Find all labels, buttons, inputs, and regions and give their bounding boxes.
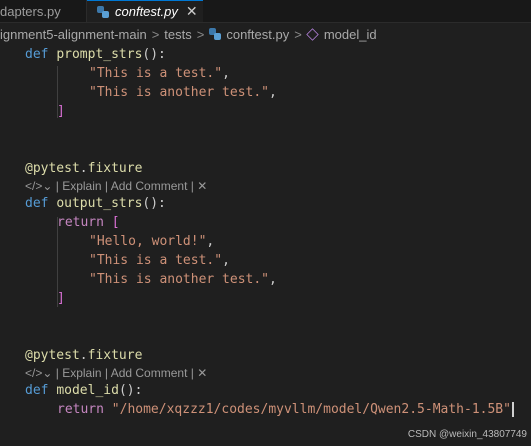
breadcrumb-file[interactable]: conftest.py xyxy=(226,27,289,42)
code-lens[interactable]: </>⌄ | Explain | Add Comment | ✕ xyxy=(25,366,207,382)
breadcrumb-symbol[interactable]: model_id xyxy=(324,27,377,42)
copilot-icon: </> xyxy=(25,366,43,380)
chevron-down-icon: ⌄ xyxy=(42,366,53,380)
tab-label: conftest.py xyxy=(115,4,178,19)
breadcrumb-folder[interactable]: ignment5-alignment-main xyxy=(0,27,147,42)
chevron-down-icon: ⌄ xyxy=(42,179,53,193)
code-line[interactable]: "This is a test.", xyxy=(89,64,230,83)
python-file-icon xyxy=(97,5,109,18)
python-file-icon xyxy=(209,28,222,40)
code-lens[interactable]: </>⌄ | Explain | Add Comment | ✕ xyxy=(25,179,207,195)
code-line[interactable]: "This is a test.", xyxy=(89,251,230,270)
symbol-method-icon xyxy=(306,27,319,41)
tab-conftest[interactable]: conftest.py ✕ xyxy=(87,0,203,22)
code-line[interactable]: ] xyxy=(57,102,65,121)
code-line[interactable]: return [ xyxy=(57,213,120,232)
code-line[interactable]: def prompt_strs(): xyxy=(25,45,166,64)
text-cursor xyxy=(511,402,514,417)
chevron-right-icon: > xyxy=(294,26,302,42)
code-line[interactable]: @pytest.fixture xyxy=(25,346,142,365)
chevron-right-icon: > xyxy=(196,26,205,42)
code-line[interactable]: def output_strs(): xyxy=(25,194,166,213)
close-icon[interactable]: ✕ xyxy=(197,366,207,380)
watermark: CSDN @weixin_43807749 xyxy=(407,429,527,440)
tab-bar: dapters.py conftest.py ✕ xyxy=(0,0,531,23)
code-line[interactable]: ] xyxy=(57,289,65,308)
chevron-right-icon: > xyxy=(151,26,160,42)
code-line[interactable]: @pytest.fixture xyxy=(25,159,142,178)
tab-adapters[interactable]: dapters.py xyxy=(0,0,87,22)
tab-label: dapters.py xyxy=(0,3,61,19)
code-line[interactable]: def model_id(): xyxy=(25,381,142,400)
code-line[interactable]: "This is another test.", xyxy=(89,270,277,289)
code-line[interactable]: "Hello, world!", xyxy=(89,232,214,251)
breadcrumb: ignment5-alignment-main > tests > confte… xyxy=(0,24,531,44)
breadcrumb-tests[interactable]: tests xyxy=(164,27,191,42)
close-icon[interactable]: ✕ xyxy=(197,179,207,193)
code-line[interactable]: "This is another test.", xyxy=(89,83,277,102)
copilot-icon: </> xyxy=(25,179,43,193)
code-line[interactable]: return "/home/xqzzz1/codes/myvllm/model/… xyxy=(57,400,514,419)
close-icon[interactable]: ✕ xyxy=(186,3,198,20)
